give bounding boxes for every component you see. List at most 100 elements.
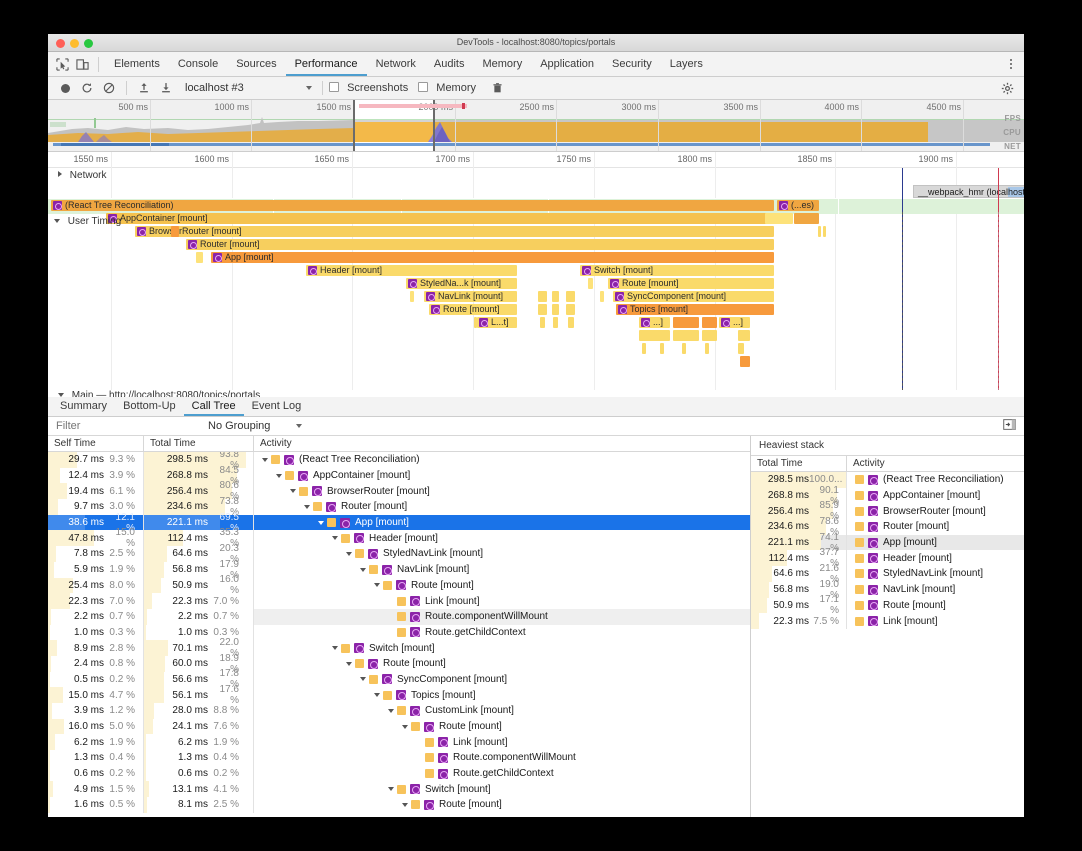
call-tree-row[interactable]: 16.0 ms 5.0 % 24.1 ms 7.6 % Route [mount] xyxy=(48,718,750,735)
flame-bar-unlabeled[interactable] xyxy=(660,343,664,354)
toggle-sidebar-button[interactable] xyxy=(1003,419,1016,433)
flame-chart-panel[interactable]: 1550 ms 1600 ms 1650 ms 1700 ms 1750 ms 1800 … xyxy=(48,152,1024,402)
trash-icon[interactable] xyxy=(486,79,508,97)
expand-toggle-icon[interactable] xyxy=(330,536,339,541)
column-header-activity[interactable]: Activity xyxy=(847,456,1024,471)
column-header-activity[interactable]: Activity xyxy=(254,436,750,451)
expand-toggle-icon[interactable] xyxy=(358,677,367,682)
call-tree-row[interactable]: 7.8 ms 2.5 % 64.6 ms 20.3 % StyledNavLink [m… xyxy=(48,543,750,565)
flame-bar-unlabeled[interactable] xyxy=(705,343,709,354)
flame-bar-unlabeled[interactable] xyxy=(566,291,575,302)
flame-bar-unlabeled[interactable] xyxy=(553,317,558,328)
flame-bar-unlabeled[interactable] xyxy=(600,291,604,302)
tab-sources[interactable]: Sources xyxy=(227,53,285,76)
flame-bar[interactable]: (...es) xyxy=(777,200,819,211)
call-tree-row[interactable]: 4.9 ms 1.5 % 13.1 ms 4.1 % Switch [mount] xyxy=(48,781,750,798)
expand-toggle-icon[interactable] xyxy=(386,787,395,792)
expand-toggle-icon[interactable] xyxy=(316,520,325,525)
expand-toggle-icon[interactable] xyxy=(344,551,353,556)
flame-bar[interactable]: Topics [mount] xyxy=(616,304,774,315)
flame-bar-unlabeled[interactable] xyxy=(642,343,646,354)
heaviest-stack-row[interactable]: 56.8 ms 19.0 % NavLink [mount] xyxy=(751,579,1024,601)
heaviest-stack-row[interactable]: 298.5 ms 100.0... (React Tree Reconciliati… xyxy=(751,472,1024,488)
flame-bar-unlabeled[interactable] xyxy=(552,304,559,315)
call-tree-rows[interactable]: 29.7 ms 9.3 % 298.5 ms 93.8 % (React Tree Re… xyxy=(48,452,750,817)
track-network[interactable]: Network xyxy=(48,168,1024,183)
call-tree-row[interactable]: 3.9 ms 1.2 % 28.0 ms 8.8 % CustomLink [mount… xyxy=(48,703,750,719)
flame-bar[interactable]: Header [mount] xyxy=(306,265,517,276)
tab-performance[interactable]: Performance xyxy=(286,53,367,76)
reload-and-record-button[interactable] xyxy=(76,79,98,97)
flame-chart-bars[interactable]: (React Tree Reconciliation) AppContainer … xyxy=(48,200,1024,401)
expand-toggle-icon[interactable] xyxy=(330,646,339,651)
expand-toggle-icon[interactable] xyxy=(372,693,381,698)
flame-bar-unlabeled[interactable] xyxy=(540,317,545,328)
tab-application[interactable]: Application xyxy=(531,53,603,76)
flame-bar-unlabeled[interactable] xyxy=(673,330,699,341)
flame-bar-unlabeled[interactable] xyxy=(474,317,477,328)
tab-audits[interactable]: Audits xyxy=(425,53,474,76)
expand-toggle-icon[interactable] xyxy=(260,457,269,462)
expand-toggle-icon[interactable] xyxy=(302,504,311,509)
call-tree-row[interactable]: 15.0 ms 4.7 % 56.1 ms 17.6 % Topics [mount] xyxy=(48,684,750,706)
flame-bar[interactable]: (React Tree Reconciliation) xyxy=(51,200,774,211)
expand-toggle-icon[interactable] xyxy=(386,708,395,713)
call-tree-row[interactable]: 29.7 ms 9.3 % 298.5 ms 93.8 % (React Tree Re… xyxy=(48,452,750,471)
flame-bar-unlabeled[interactable] xyxy=(702,330,717,341)
column-header-self-time[interactable]: Self Time xyxy=(48,436,144,451)
save-profile-icon[interactable] xyxy=(155,79,177,97)
heaviest-stack-row[interactable]: 234.6 ms 78.6 % Router [mount] xyxy=(751,516,1024,538)
expand-toggle-icon[interactable] xyxy=(288,489,297,494)
call-tree-row[interactable]: 19.4 ms 6.1 % 256.4 ms 80.6 % BrowserRouter … xyxy=(48,480,750,502)
tab-console[interactable]: Console xyxy=(169,53,227,76)
flame-bar[interactable]: Route [mount] xyxy=(429,304,517,315)
tab-memory[interactable]: Memory xyxy=(473,53,531,76)
call-tree-row[interactable]: 0.6 ms 0.2 % 0.6 ms 0.2 % Route.getChildCont… xyxy=(48,765,750,782)
flame-bar[interactable]: Route [mount] xyxy=(608,278,774,289)
heaviest-stack-row[interactable]: 22.3 ms 7.5 % Link [mount] xyxy=(751,613,1024,629)
flame-bar-unlabeled[interactable] xyxy=(196,252,203,263)
flame-bar-unlabeled[interactable] xyxy=(410,291,414,302)
expand-toggle-icon[interactable] xyxy=(274,473,283,478)
flame-bar[interactable]: NavLink [mount] xyxy=(424,291,517,302)
flame-bar-unlabeled[interactable] xyxy=(682,343,686,354)
flame-bar[interactable]: SyncComponent [mount] xyxy=(613,291,774,302)
flame-bar[interactable]: L...t] xyxy=(477,317,517,328)
tab-layers[interactable]: Layers xyxy=(661,53,712,76)
flame-bar-unlabeled[interactable] xyxy=(538,304,547,315)
call-tree-row[interactable]: 47.8 ms 15.0 % 112.4 ms 35.3 % Header [mount… xyxy=(48,527,750,549)
overview-window-handle-left[interactable] xyxy=(353,100,355,151)
gear-icon[interactable] xyxy=(996,79,1018,97)
flame-bar[interactable]: Switch [mount] xyxy=(580,265,774,276)
details-tab-event-log[interactable]: Event Log xyxy=(244,397,310,416)
heaviest-stack-row[interactable]: 50.9 ms 17.1 % Route [mount] xyxy=(751,594,1024,616)
call-tree-row[interactable]: 5.9 ms 1.9 % 56.8 ms 17.9 % NavLink [mount] xyxy=(48,559,750,581)
column-header-total-time[interactable]: Total Time xyxy=(751,456,847,471)
tab-network[interactable]: Network xyxy=(367,53,425,76)
expand-toggle-icon[interactable] xyxy=(344,661,353,666)
call-tree-row[interactable]: 1.0 ms 0.3 % 1.0 ms 0.3 % Route.getChildCont… xyxy=(48,624,750,641)
tab-security[interactable]: Security xyxy=(603,53,661,76)
details-tab-call-tree[interactable]: Call Tree xyxy=(184,397,244,416)
details-tab-summary[interactable]: Summary xyxy=(52,397,115,416)
details-tab-bottom-up[interactable]: Bottom-Up xyxy=(115,397,184,416)
flame-bar[interactable]: StyledNa...k [mount] xyxy=(406,278,517,289)
call-tree-row[interactable]: 2.4 ms 0.8 % 60.0 ms 18.9 % Route [mount] xyxy=(48,653,750,675)
expand-toggle-icon[interactable] xyxy=(372,583,381,588)
timeline-overview[interactable]: 500 ms1000 ms1500 ms2000 ms2500 ms3000 m… xyxy=(48,100,1024,152)
call-tree-row[interactable]: 8.9 ms 2.8 % 70.1 ms 22.0 % Switch [mount] xyxy=(48,637,750,659)
flame-bar-unlabeled[interactable] xyxy=(552,291,559,302)
session-select[interactable]: localhost #3 xyxy=(181,80,316,97)
call-tree-row[interactable]: 6.2 ms 1.9 % 6.2 ms 1.9 % Link [mount] xyxy=(48,734,750,751)
call-tree-row[interactable]: 9.7 ms 3.0 % 234.6 ms 73.8 % Router [mount] xyxy=(48,496,750,518)
call-tree-row[interactable]: 22.3 ms 7.0 % 22.3 ms 7.0 % Link [mount] xyxy=(48,593,750,609)
flame-bar-unlabeled[interactable] xyxy=(673,317,699,328)
load-profile-icon[interactable] xyxy=(133,79,155,97)
call-tree-row[interactable]: 1.3 ms 0.4 % 1.3 ms 0.4 % Route.componentWil… xyxy=(48,750,750,766)
track-user-timing[interactable]: User Timing xyxy=(48,214,1024,229)
heaviest-stack-row[interactable]: 268.8 ms 90.1 % AppContainer [mount] xyxy=(751,485,1024,507)
call-tree-row[interactable]: 2.2 ms 0.7 % 2.2 ms 0.7 % Route.componentWil… xyxy=(48,608,750,625)
flame-bar[interactable]: Router [mount] xyxy=(186,239,774,250)
call-tree-row[interactable]: 12.4 ms 3.9 % 268.8 ms 84.5 % AppContainer [… xyxy=(48,465,750,487)
flame-bar-unlabeled[interactable] xyxy=(738,343,744,354)
